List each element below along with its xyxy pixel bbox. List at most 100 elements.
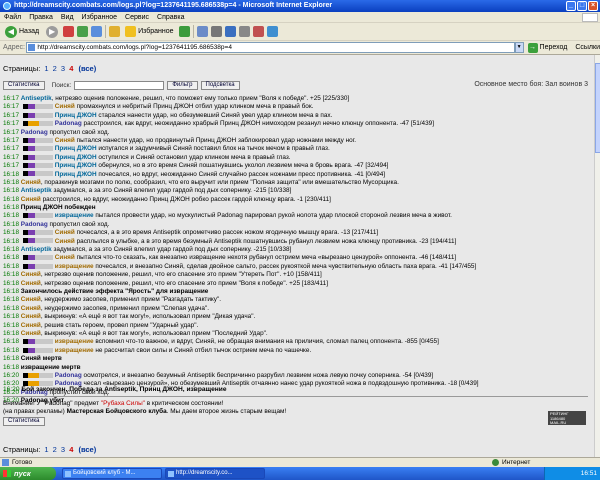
- clock: 16:51: [580, 470, 597, 477]
- log-player-name[interactable]: Синяй: [21, 179, 41, 186]
- refresh-icon[interactable]: [77, 26, 89, 37]
- menu-tools[interactable]: Сервис: [125, 14, 149, 21]
- page-link-all[interactable]: (все): [78, 64, 96, 73]
- page-link-2[interactable]: 2: [53, 445, 57, 454]
- highlight-button[interactable]: Подсветка: [200, 81, 240, 90]
- log-player-name[interactable]: Принц ДЖОН: [55, 154, 97, 161]
- ie-logo-icon: [3, 2, 11, 10]
- menu-help[interactable]: Справка: [157, 14, 184, 21]
- links-button[interactable]: Ссылки: [575, 44, 600, 51]
- taskbar-item-combats[interactable]: Бойцовский клуб - M...: [62, 468, 162, 479]
- log-player-name[interactable]: Синяй: [21, 305, 41, 312]
- log-text: , нетрезво оценив положение, решил, что …: [40, 271, 322, 279]
- log-player-name[interactable]: Antiseptik: [21, 246, 52, 253]
- counter-line-2: MAIL.RU: [550, 420, 567, 425]
- log-text: , выкрикнув: «А ещё я вот так могу!», ис…: [40, 329, 268, 337]
- log-player-name[interactable]: Синяй: [55, 238, 75, 245]
- log-text: расстроился, как вдруг, неожиданно храбр…: [81, 120, 434, 128]
- log-player-name[interactable]: извращение: [55, 347, 94, 354]
- log-player-name[interactable]: извращение: [55, 212, 94, 219]
- messenger-icon[interactable]: [252, 26, 264, 37]
- home-icon[interactable]: [91, 26, 103, 37]
- maximize-button[interactable]: □: [577, 1, 587, 11]
- log-player-name[interactable]: Padonag: [55, 120, 82, 127]
- log-player-name[interactable]: Синяй: [55, 137, 75, 144]
- search-icon[interactable]: [109, 26, 121, 37]
- page-link-3[interactable]: 3: [61, 445, 65, 454]
- statistics-bottom-button[interactable]: Статистика: [3, 417, 45, 426]
- log-time: 16:18: [3, 237, 19, 245]
- menu-favorites[interactable]: Избранное: [82, 14, 117, 21]
- page-link-2[interactable]: 2: [53, 64, 57, 73]
- log-player-name[interactable]: Синяй: [55, 103, 75, 110]
- filter-button[interactable]: Фильтр: [167, 81, 198, 90]
- vertical-scrollbar[interactable]: [594, 55, 600, 457]
- page-link-1[interactable]: 1: [44, 64, 48, 73]
- go-button[interactable]: → Переход: [527, 42, 567, 53]
- menu-view[interactable]: Вид: [61, 14, 74, 21]
- edit-icon[interactable]: [224, 26, 236, 37]
- log-player-name[interactable]: Принц ДЖОН: [55, 162, 97, 169]
- log-time: 16:18: [3, 254, 19, 262]
- log-line: 16:18 Синяй почесался, а в это время Ant…: [3, 229, 591, 237]
- log-player-name[interactable]: Antiseptik: [21, 95, 52, 102]
- log-player-name[interactable]: извращение: [21, 364, 60, 371]
- back-button[interactable]: ◀ Назад: [3, 24, 41, 39]
- log-player-name[interactable]: Padonag: [55, 372, 82, 379]
- page-content: Страницы: 1 2 3 4 (все) Статистика Поиск…: [0, 55, 594, 457]
- go-arrow-icon: →: [527, 42, 538, 53]
- log-player-name[interactable]: Принц ДЖОН: [55, 171, 97, 178]
- ad-link[interactable]: Мастерская Бойцовского клуба: [67, 408, 167, 415]
- log-line: 16:18 Синяй мертв: [3, 355, 591, 363]
- log-player-name[interactable]: Синяй: [21, 196, 41, 203]
- log-player-name[interactable]: Синяй: [55, 254, 75, 261]
- stop-icon[interactable]: [63, 26, 75, 37]
- log-player-name[interactable]: Синяй: [21, 313, 41, 320]
- search-input[interactable]: [74, 81, 165, 90]
- history-icon[interactable]: [178, 26, 190, 37]
- log-player-name[interactable]: Синяй: [21, 355, 41, 362]
- log-player-name[interactable]: Padonag: [21, 221, 48, 228]
- page-link-1[interactable]: 1: [44, 445, 48, 454]
- page-link-3[interactable]: 3: [61, 64, 65, 73]
- menu-file[interactable]: Файл: [4, 14, 21, 21]
- forward-button[interactable]: ▶: [44, 24, 60, 39]
- log-player-name[interactable]: Синяй: [21, 330, 41, 337]
- log-text: расстроился, но вдруг, неожиданно Принц …: [40, 195, 331, 203]
- discuss-icon[interactable]: [238, 26, 250, 37]
- log-player-name[interactable]: извращение: [55, 263, 94, 270]
- menu-edit[interactable]: Правка: [29, 14, 53, 21]
- log-time: 16:18: [3, 229, 19, 237]
- log-player-name[interactable]: Синяй: [21, 271, 41, 278]
- close-button[interactable]: ×: [588, 1, 598, 11]
- log-player-name[interactable]: Принц ДЖОН: [55, 112, 97, 119]
- log-player-name[interactable]: Синяй: [21, 296, 41, 303]
- favorites-button[interactable]: Избранное: [123, 24, 175, 39]
- rating-counter[interactable]: РЕЙТИНГ 1186480 MAIL.RU: [548, 411, 586, 425]
- log-player-name[interactable]: Принц ДЖОН: [21, 204, 63, 211]
- start-label: пуск: [14, 469, 31, 478]
- log-player-name[interactable]: Синяй: [21, 280, 41, 287]
- print-icon[interactable]: [210, 26, 222, 37]
- start-button[interactable]: пуск: [0, 467, 56, 480]
- address-input[interactable]: http://dreamscity.combats.com/logs.pl?lo…: [26, 42, 515, 53]
- log-player-name[interactable]: Синяй: [55, 229, 75, 236]
- log-line: 16:18 Синяй, нетрезво оценив положение, …: [3, 271, 591, 279]
- research-icon[interactable]: [266, 26, 278, 37]
- log-line: 16:18 Синяй, выкрикнув: «А ещё я вот так…: [3, 313, 591, 321]
- log-player-name[interactable]: Синяй: [21, 322, 41, 329]
- toolbar-separator: [105, 25, 107, 38]
- page-link-all[interactable]: (все): [78, 445, 96, 454]
- windows-logo-icon: [582, 13, 598, 22]
- log-line: 16:20 Padonag осмотрелся, и внезапно без…: [3, 372, 591, 380]
- scrollbar-thumb[interactable]: [595, 63, 600, 153]
- log-player-name[interactable]: Padonag: [21, 129, 48, 136]
- log-player-name[interactable]: Antiseptik: [21, 187, 52, 194]
- statistics-button[interactable]: Статистика: [3, 81, 45, 90]
- mail-icon[interactable]: [196, 26, 208, 37]
- log-player-name[interactable]: Принц ДЖОН: [55, 145, 97, 152]
- address-dropdown-icon[interactable]: ▼: [514, 42, 524, 53]
- taskbar-item-dreamscity[interactable]: http://dreamscity.co...: [165, 468, 265, 479]
- log-player-name[interactable]: извращение: [55, 338, 94, 345]
- minimize-button[interactable]: _: [566, 1, 576, 11]
